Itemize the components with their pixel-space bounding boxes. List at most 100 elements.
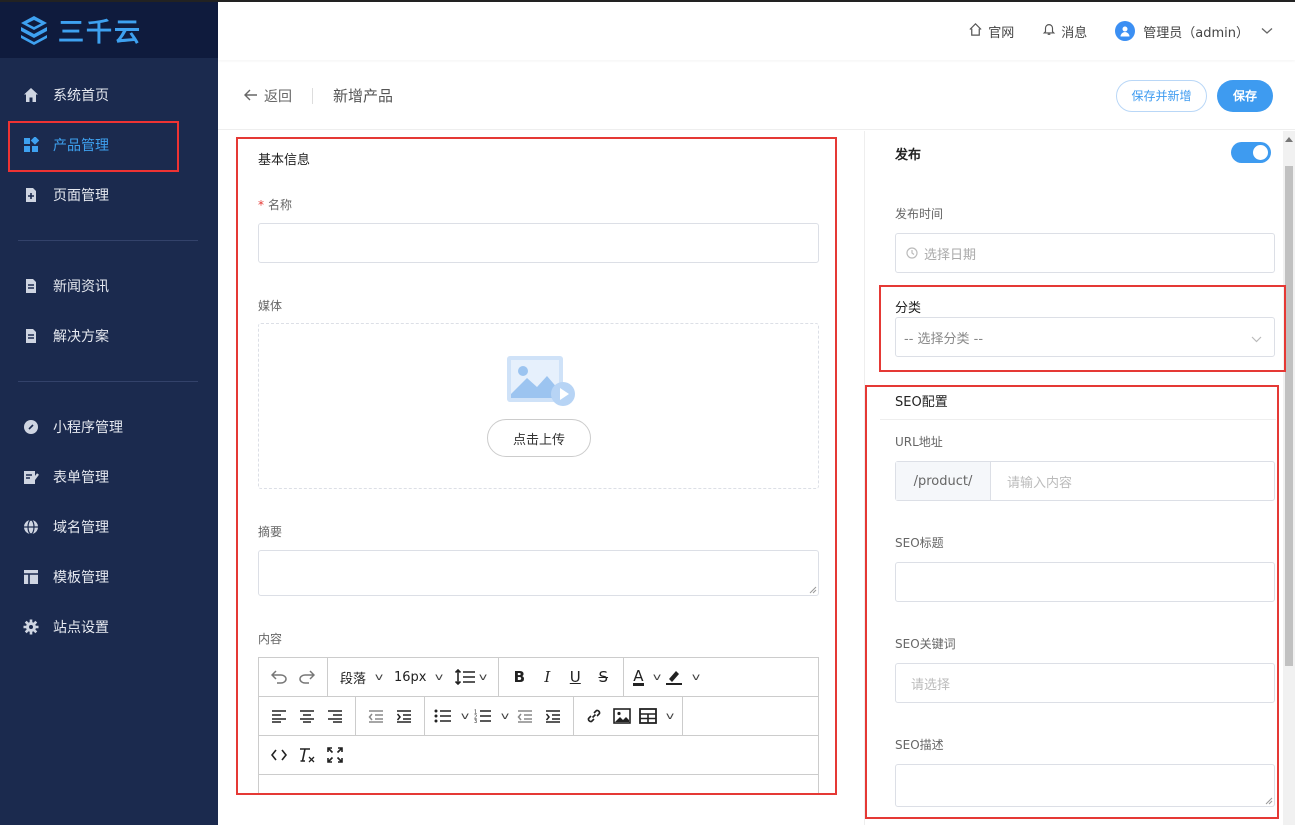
url-prefix: /product/ bbox=[896, 462, 991, 500]
sidebar-item-home[interactable]: 系统首页 bbox=[0, 70, 218, 120]
nav-divider bbox=[18, 240, 198, 241]
link-icon[interactable] bbox=[580, 702, 608, 730]
sidebar-item-label: 模板管理 bbox=[53, 570, 109, 586]
list-outdent-icon[interactable] bbox=[511, 702, 539, 730]
svg-text:3: 3 bbox=[474, 719, 477, 723]
publish-toggle[interactable] bbox=[1231, 142, 1271, 163]
seo-description-label: SEO描述 bbox=[895, 738, 944, 752]
code-icon[interactable] bbox=[265, 741, 293, 769]
url-input-group: /product/ 请输入内容 bbox=[895, 461, 1275, 501]
indent-icon[interactable] bbox=[390, 702, 418, 730]
title-separator bbox=[312, 87, 313, 104]
underline-icon[interactable]: U bbox=[561, 663, 589, 691]
list-indent-icon[interactable] bbox=[539, 702, 567, 730]
vertical-scrollbar[interactable] bbox=[1283, 131, 1295, 825]
line-height-select[interactable]: v bbox=[448, 669, 492, 685]
sidebar-item-miniprogram[interactable]: 小程序管理 bbox=[0, 402, 218, 452]
paragraph-value: 段落 bbox=[340, 671, 367, 687]
font-color-icon[interactable]: Av bbox=[630, 663, 662, 691]
strikethrough-icon[interactable]: S bbox=[589, 663, 617, 691]
image-icon[interactable] bbox=[608, 702, 636, 730]
highlight-icon[interactable]: v bbox=[662, 663, 702, 691]
app-logo[interactable]: 三千云 bbox=[0, 0, 218, 58]
url-input[interactable]: 请输入内容 bbox=[991, 472, 1072, 491]
back-button[interactable]: 返回 bbox=[244, 86, 292, 106]
italic-icon[interactable]: I bbox=[533, 663, 561, 691]
undo-icon[interactable] bbox=[265, 663, 293, 691]
top-header: 官网 消息 管理员（admin） bbox=[218, 0, 1295, 60]
messages-label: 消息 bbox=[1061, 25, 1088, 41]
messages-link[interactable]: 消息 bbox=[1042, 22, 1087, 41]
redo-icon[interactable] bbox=[293, 663, 321, 691]
list-group: v 123v bbox=[425, 697, 574, 735]
media-upload-area[interactable]: 点击上传 bbox=[258, 323, 819, 489]
sidebar-item-settings[interactable]: 站点设置 bbox=[0, 602, 218, 652]
numbered-list-icon[interactable]: 123v bbox=[471, 702, 511, 730]
sidebar-item-forms[interactable]: 表单管理 bbox=[0, 452, 218, 502]
sidebar-item-label: 新闻资讯 bbox=[53, 279, 109, 295]
sidebar-item-solutions[interactable]: 解决方案 bbox=[0, 311, 218, 361]
paragraph-select[interactable]: 段落 v bbox=[334, 668, 388, 687]
url-label: URL地址 bbox=[895, 435, 943, 449]
font-size-select[interactable]: 16px v bbox=[388, 670, 448, 685]
align-right-icon[interactable] bbox=[321, 702, 349, 730]
publish-time-label: 发布时间 bbox=[895, 207, 944, 221]
publish-date-picker[interactable]: 选择日期 bbox=[895, 233, 1275, 273]
table-icon[interactable]: v bbox=[636, 702, 676, 730]
save-and-new-button[interactable]: 保存并新增 bbox=[1116, 79, 1207, 112]
category-select[interactable]: -- 选择分类 -- bbox=[895, 317, 1275, 357]
image-upload-icon bbox=[505, 354, 577, 412]
scroll-up-arrow-icon[interactable] bbox=[1285, 137, 1293, 142]
sidebar-item-pages[interactable]: 页面管理 bbox=[0, 170, 218, 220]
scrollbar-thumb[interactable] bbox=[1285, 166, 1293, 666]
sidebar-item-domains[interactable]: 域名管理 bbox=[0, 502, 218, 552]
category-label: 分类 bbox=[895, 301, 922, 316]
align-center-icon[interactable] bbox=[293, 702, 321, 730]
arrow-left-icon bbox=[244, 86, 258, 105]
clear-format-icon[interactable] bbox=[293, 741, 321, 769]
sidebar-item-label: 页面管理 bbox=[53, 188, 109, 204]
website-link[interactable]: 官网 bbox=[968, 22, 1014, 41]
name-input[interactable] bbox=[258, 223, 819, 263]
website-label: 官网 bbox=[988, 25, 1015, 41]
align-left-icon[interactable] bbox=[265, 702, 293, 730]
seo-highlight bbox=[865, 385, 1279, 819]
editor-content-area[interactable] bbox=[259, 775, 818, 793]
gear-icon bbox=[22, 618, 40, 636]
chevron-down-icon: v bbox=[665, 710, 674, 722]
seo-title-input[interactable] bbox=[895, 562, 1275, 602]
name-label-row: * 名称 bbox=[258, 196, 292, 213]
misc-group bbox=[259, 736, 355, 774]
upload-button[interactable]: 点击上传 bbox=[487, 419, 591, 457]
home-icon bbox=[22, 86, 40, 104]
sidebar-item-templates[interactable]: 模板管理 bbox=[0, 552, 218, 602]
chevron-down-icon: v bbox=[652, 671, 661, 683]
fullscreen-icon[interactable] bbox=[321, 741, 349, 769]
bold-icon[interactable]: B bbox=[505, 663, 533, 691]
resize-handle-icon[interactable] bbox=[809, 586, 817, 594]
sidebar-item-label: 系统首页 bbox=[53, 88, 109, 104]
seo-description-textarea[interactable] bbox=[895, 764, 1275, 807]
publish-label: 发布 bbox=[895, 148, 922, 163]
category-placeholder: -- 选择分类 -- bbox=[904, 331, 984, 347]
link-circle-icon bbox=[22, 418, 40, 436]
sidebar-item-products[interactable]: 产品管理 bbox=[0, 120, 218, 172]
seo-keywords-select[interactable]: 请选择 bbox=[895, 663, 1275, 703]
outdent-icon[interactable] bbox=[362, 702, 390, 730]
chevron-down-icon: v bbox=[374, 671, 384, 683]
keywords-placeholder: 请选择 bbox=[911, 677, 951, 693]
sidebar-item-news[interactable]: 新闻资讯 bbox=[0, 261, 218, 311]
page-title: 新增产品 bbox=[333, 87, 394, 105]
sidebar: 三千云 系统首页 产品管理 页面管理 新闻资讯 解决方案 小程序管理 表单管理 … bbox=[0, 0, 218, 825]
summary-label: 摘要 bbox=[258, 525, 283, 539]
sidebar-nav: 系统首页 产品管理 页面管理 新闻资讯 解决方案 小程序管理 表单管理 域名管理… bbox=[0, 58, 218, 652]
sidebar-item-label: 站点设置 bbox=[53, 620, 109, 636]
bullet-list-icon[interactable]: v bbox=[431, 702, 471, 730]
grid-icon bbox=[22, 136, 40, 154]
save-button[interactable]: 保存 bbox=[1217, 79, 1273, 112]
user-menu[interactable]: 管理员（admin） bbox=[1115, 21, 1273, 41]
summary-textarea[interactable] bbox=[258, 550, 819, 596]
resize-handle-icon[interactable] bbox=[1265, 797, 1273, 805]
chevron-down-icon bbox=[1261, 24, 1273, 39]
color-group: Av v bbox=[624, 658, 708, 696]
